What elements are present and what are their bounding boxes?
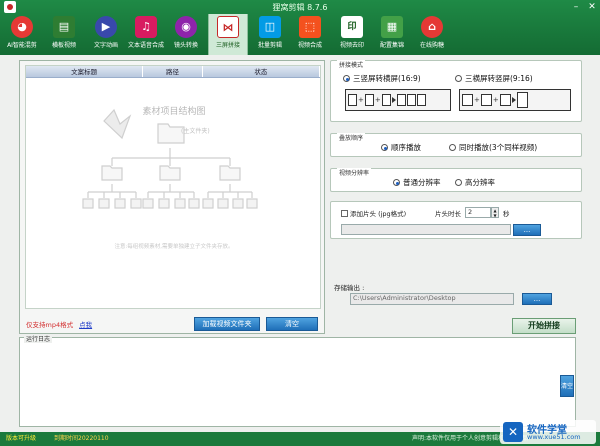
tool-camera-switch[interactable]: ◉ 镜头转换	[166, 14, 206, 55]
expire-date: 到期时间20220110	[54, 435, 109, 442]
title-bar: 狸窝剪辑 8.7.6 – ✕	[0, 0, 600, 14]
play-order-sequential-radio[interactable]: 顺序播放	[381, 142, 421, 153]
online-shop-icon: ⌂	[421, 16, 443, 38]
settings-panel: 拼接模式 三竖屏转横屏(16:9) 三横屏转竖屏(9:16) + + + + 叠…	[330, 60, 582, 336]
tool-text-animation[interactable]: ▶ 文字动画	[86, 14, 126, 55]
intro-group: 添加片头 (jpg格式) 片头时长 2 ▲ ▼ 秒 ...	[330, 201, 582, 239]
placeholder-hint: 注意:每组视频素材,需要单独建立子文件夹存放。	[114, 244, 234, 250]
splice-mode-label: 拼接模式	[337, 60, 366, 69]
play-order-group: 叠放顺序 顺序播放 同时播放(3个同样视频)	[330, 133, 582, 157]
start-splice-button[interactable]: 开始拼接	[512, 318, 576, 334]
placeholder-subtitle: (主文件夹)	[181, 128, 210, 135]
text-animation-icon: ▶	[95, 16, 117, 38]
format-note-text: 仅支持mp4格式	[26, 321, 74, 329]
radio-dot	[343, 75, 350, 82]
run-log[interactable]: 运行日志	[19, 334, 576, 427]
tool-config-collection[interactable]: ▦ 配置集锦	[372, 14, 412, 55]
radio-dot	[381, 144, 388, 151]
vertical-layout-preview: + +	[459, 89, 571, 111]
brand-site: www.xue51.com	[527, 433, 581, 441]
output-browse-button[interactable]: ...	[522, 293, 552, 305]
clear-log-button[interactable]: 清空	[560, 375, 574, 397]
splice-mode-vertical-radio[interactable]: 三横屏转竖屏(9:16)	[455, 73, 533, 84]
output-label: 存储输出 :	[334, 284, 365, 292]
load-video-folder-button[interactable]: 加载视频文件夹	[194, 317, 260, 331]
tool-online-shop[interactable]: ⌂ 在线购糖	[412, 14, 452, 55]
folder-structure-diagram	[82, 108, 258, 209]
add-intro-checkbox[interactable]: 添加片头 (jpg格式)	[341, 208, 406, 218]
radio-dot	[449, 144, 456, 151]
horizontal-layout-preview: + +	[345, 89, 451, 111]
help-link[interactable]: 点我	[79, 321, 92, 329]
minimize-icon[interactable]: –	[571, 2, 581, 12]
play-order-label: 叠放顺序	[337, 133, 366, 142]
tool-text-to-speech[interactable]: ♫ 文本语音合成	[126, 14, 166, 55]
format-note: 仅支持mp4格式 点我	[26, 319, 92, 329]
output-path-field[interactable]: C:\Users\Administrator\Desktop	[350, 293, 514, 305]
checkbox-box	[341, 210, 348, 217]
resolution-label: 视频分辨率	[337, 168, 372, 177]
window-controls: – ✕	[571, 2, 597, 12]
tool-watermark-remove[interactable]: 印 视频去印	[332, 14, 372, 55]
intro-browse-button[interactable]: ...	[513, 224, 541, 236]
batch-clip-icon: ◫	[259, 16, 281, 38]
brand-logo-icon: ✕	[503, 422, 523, 442]
tool-batch-clip[interactable]: ◫ 批量剪辑	[250, 14, 290, 55]
intro-duration-label: 片头时长	[435, 210, 461, 218]
splice-mode-group: 拼接模式 三竖屏转横屏(16:9) 三横屏转竖屏(9:16) + + + +	[330, 60, 582, 122]
clear-list-button[interactable]: 清空	[266, 317, 318, 331]
task-table[interactable]: 文案标题 路径 状态 素材项目结构图 (主文件夹) 注意:每组视频素材,需要单独…	[25, 65, 321, 309]
main-toolbar: ◕ AI智能混剪 ▤ 横板视频 ▶ 文字动画 ♫ 文本语音合成 ◉ 镜头转换 ⋈…	[0, 14, 600, 55]
landscape-video-icon: ▤	[53, 16, 75, 38]
intro-duration-unit: 秒	[503, 210, 510, 218]
watermark-remove-icon: 印	[341, 16, 363, 38]
tool-ai-remix[interactable]: ◕ AI智能混剪	[2, 14, 42, 55]
resolution-high-radio[interactable]: 高分辨率	[455, 177, 495, 188]
tool-three-screen-splice[interactable]: ⋈ 三屏拼接	[208, 14, 248, 55]
watermark-brand: ✕ 软件学堂 www.xue51.com	[500, 420, 596, 444]
close-icon[interactable]: ✕	[587, 2, 597, 12]
run-log-label: 运行日志	[24, 334, 53, 343]
text-to-speech-icon: ♫	[135, 16, 157, 38]
splice-mode-horizontal-radio[interactable]: 三竖屏转横屏(16:9)	[343, 73, 421, 84]
upgrade-notice[interactable]: 版本可升级	[6, 432, 36, 446]
resolution-normal-radio[interactable]: 普通分辨率	[393, 177, 441, 188]
camera-switch-icon: ◉	[175, 16, 197, 38]
intro-duration-stepper[interactable]: ▲ ▼	[491, 207, 499, 218]
radio-dot	[455, 179, 462, 186]
resolution-group: 视频分辨率 普通分辨率 高分辨率	[330, 168, 582, 192]
tool-video-compose[interactable]: ⬚ 视频合成	[290, 14, 330, 55]
placeholder-title: 素材项目结构图	[142, 107, 206, 117]
radio-dot	[393, 179, 400, 186]
intro-duration-input[interactable]: 2	[465, 207, 491, 218]
video-compose-icon: ⬚	[299, 16, 321, 38]
app-header: 狸窝剪辑 8.7.6 – ✕ ◕ AI智能混剪 ▤ 横板视频 ▶ 文字动画 ♫ …	[0, 0, 600, 55]
intro-image-path[interactable]	[341, 224, 511, 235]
window-title: 狸窝剪辑 8.7.6	[272, 3, 328, 12]
tool-landscape-video[interactable]: ▤ 横板视频	[44, 14, 84, 55]
ai-remix-icon: ◕	[11, 16, 33, 38]
three-screen-splice-icon: ⋈	[217, 16, 239, 38]
play-order-simultaneous-radio[interactable]: 同时播放(3个同样视频)	[449, 142, 537, 153]
task-panel: 文案标题 路径 状态 素材项目结构图 (主文件夹) 注意:每组视频素材,需要单独…	[19, 60, 325, 334]
config-collection-icon: ▦	[381, 16, 403, 38]
radio-dot	[455, 75, 462, 82]
